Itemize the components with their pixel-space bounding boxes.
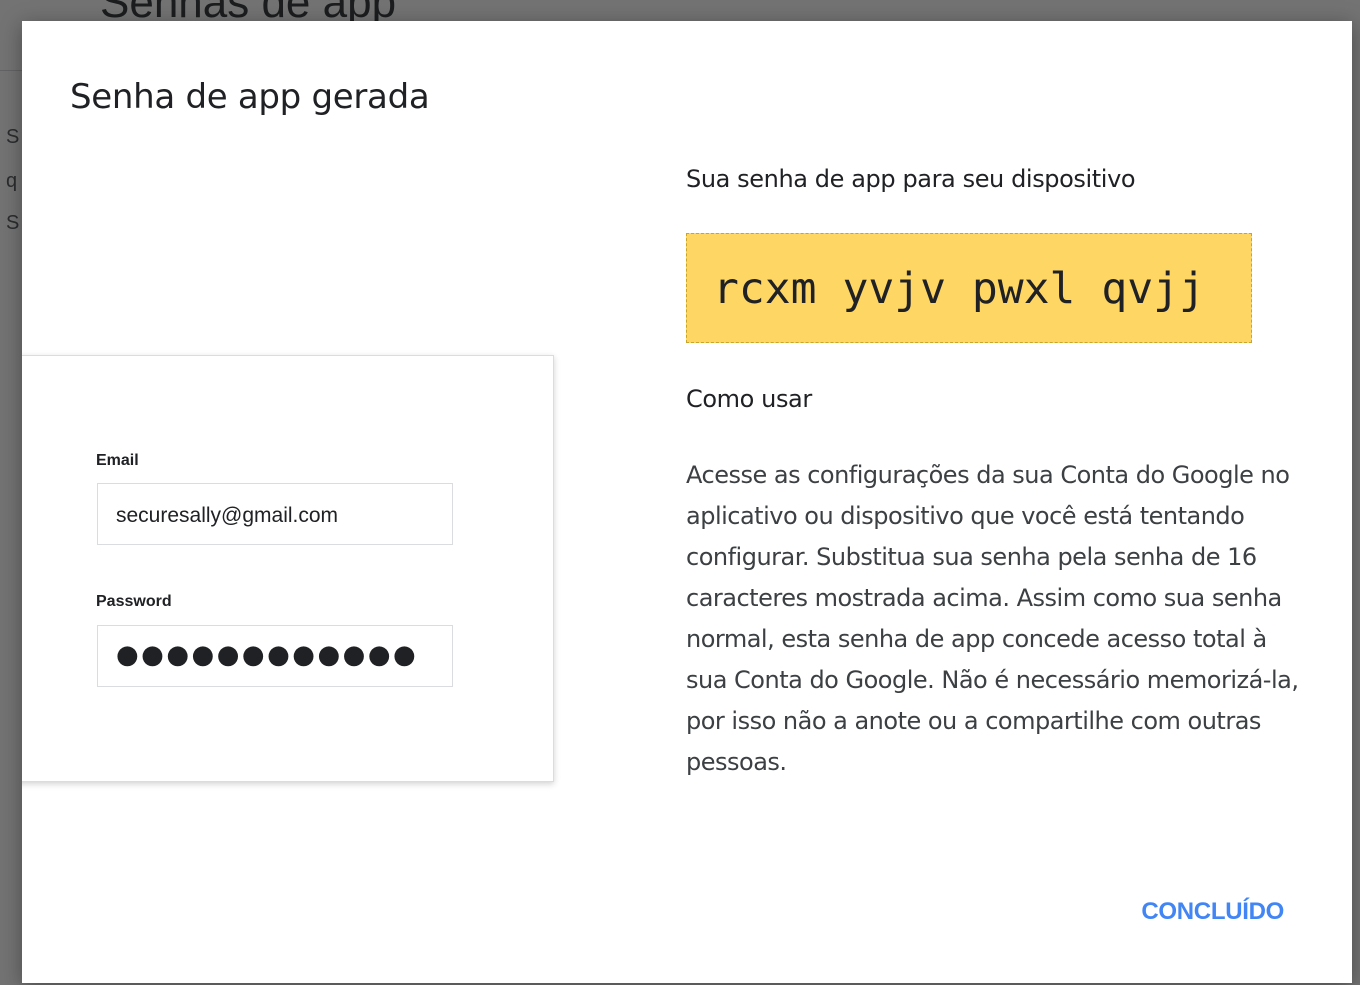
- password-masked-value: ●●●●●●●●●●●●: [116, 640, 419, 670]
- password-field: ●●●●●●●●●●●●: [97, 625, 453, 687]
- done-button[interactable]: CONCLUÍDO: [1112, 887, 1292, 937]
- app-password-dialog: Senha de app gerada Email securesally@gm…: [22, 21, 1352, 983]
- password-subtitle: Sua senha de app para seu dispositivo: [686, 165, 1136, 193]
- app-password-box[interactable]: rcxm yvjv pwxl qvjj: [686, 233, 1252, 343]
- how-to-text: Acesse as configurações da sua Conta do …: [686, 461, 1299, 776]
- email-value: securesally@gmail.com: [116, 504, 339, 527]
- email-label: Email: [96, 452, 139, 469]
- dialog-title: Senha de app gerada: [70, 77, 430, 117]
- email-field: securesally@gmail.com: [97, 483, 453, 545]
- app-password[interactable]: rcxm yvjv pwxl qvjj: [713, 264, 1205, 314]
- login-illustration: Email securesally@gmail.com Password ●●●…: [22, 355, 554, 782]
- how-to-heading: Como usar: [686, 385, 812, 413]
- password-label: Password: [96, 593, 172, 610]
